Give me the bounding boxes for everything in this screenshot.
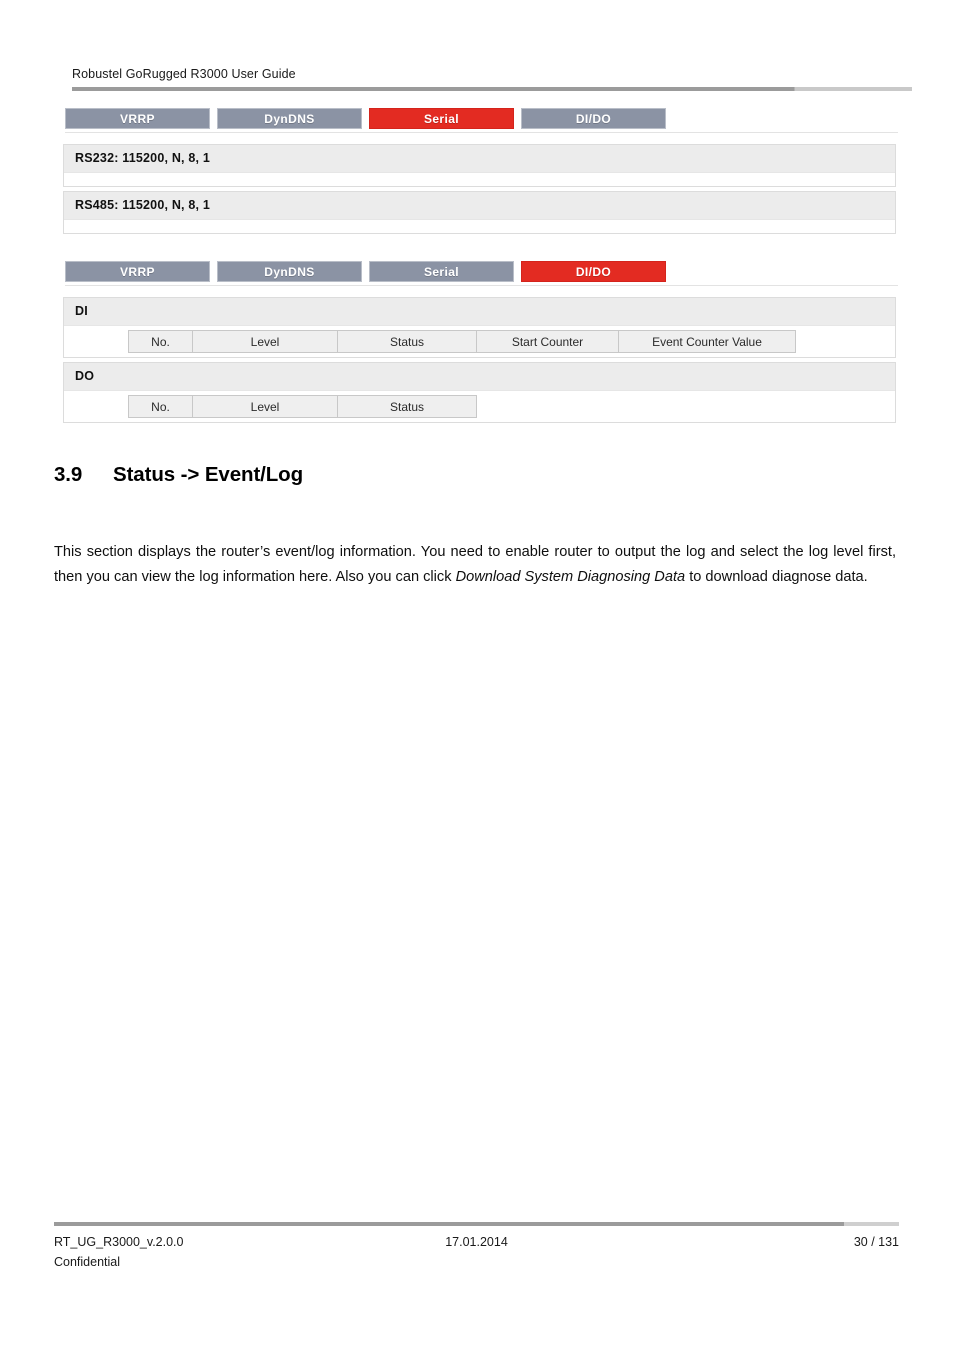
header-rule [72, 87, 912, 91]
footer-row: RT_UG_R3000_v.2.0.0 17.01.2014 30 / 131 … [54, 1232, 899, 1269]
footer-classification: Confidential [54, 1255, 121, 1269]
tab-vrrp[interactable]: VRRP [65, 261, 210, 282]
tab-dido[interactable]: DI/DO [521, 261, 666, 282]
tab-dyndns[interactable]: DynDNS [217, 108, 362, 129]
running-header-text: Robustel GoRugged R3000 User Guide [72, 67, 296, 81]
do-col-no: No. [128, 395, 193, 418]
section-paragraph: This section displays the router’s event… [54, 540, 896, 591]
panel-di-body: No. Level Status Start Counter Event Cou… [64, 330, 895, 353]
panel-rs232-title: RS232: 115200, N, 8, 1 [64, 145, 895, 173]
di-col-no: No. [128, 330, 193, 353]
do-table-header-row: No. Level Status [128, 395, 477, 418]
footer-rule [54, 1222, 899, 1226]
panel-rs485-body [64, 220, 895, 229]
di-col-status: Status [337, 330, 477, 353]
panel-rs232-body [64, 173, 895, 182]
di-col-event-counter-value: Event Counter Value [618, 330, 796, 353]
document-page: Robustel GoRugged R3000 User Guide VRRP … [0, 0, 954, 1350]
panel-rs485-title: RS485: 115200, N, 8, 1 [64, 192, 895, 220]
footer-date: 17.01.2014 [445, 1235, 508, 1249]
running-header: Robustel GoRugged R3000 User Guide [72, 66, 912, 82]
tabbar-underline [65, 129, 898, 133]
screenshot-serial-status: VRRP DynDNS Serial DI/DO RS232: 115200, … [63, 108, 898, 234]
tab-dido[interactable]: DI/DO [521, 108, 666, 129]
panel-do: DO No. Level Status [63, 362, 896, 423]
tab-vrrp[interactable]: VRRP [65, 108, 210, 129]
paragraph-emphasis: Download System Diagnosing Data [455, 569, 686, 586]
tabbar-dido: VRRP DynDNS Serial DI/DO [65, 261, 898, 286]
tab-serial[interactable]: Serial [369, 261, 514, 282]
tab-serial[interactable]: Serial [369, 108, 514, 129]
footer-page-number: 30 / 131 [853, 1235, 899, 1249]
do-col-status: Status [337, 395, 477, 418]
screenshot-dido-status: VRRP DynDNS Serial DI/DO DI No. Level St… [63, 261, 898, 423]
panel-rs232: RS232: 115200, N, 8, 1 [63, 144, 896, 187]
page-footer: RT_UG_R3000_v.2.0.0 17.01.2014 30 / 131 … [54, 1232, 899, 1269]
tab-dyndns[interactable]: DynDNS [217, 261, 362, 282]
tabbar-underline [65, 282, 898, 286]
paragraph-part-2: to download diagnose data. [685, 569, 868, 586]
do-table: No. Level Status [128, 395, 477, 418]
di-col-level: Level [192, 330, 338, 353]
di-table-header-row: No. Level Status Start Counter Event Cou… [128, 330, 796, 353]
panel-do-title: DO [64, 363, 895, 391]
di-table: No. Level Status Start Counter Event Cou… [128, 330, 796, 353]
tabbar-serial: VRRP DynDNS Serial DI/DO [65, 108, 898, 133]
panel-rs485: RS485: 115200, N, 8, 1 [63, 191, 896, 234]
panel-di-title: DI [64, 298, 895, 326]
section-heading: 3.9 Status -> Event/Log [54, 463, 303, 487]
section-title: Status -> Event/Log [113, 463, 304, 486]
do-col-level: Level [192, 395, 338, 418]
section-number: 3.9 [54, 463, 83, 486]
panel-do-body: No. Level Status [64, 395, 895, 418]
panel-di: DI No. Level Status Start Counter Event … [63, 297, 896, 358]
di-col-start-counter: Start Counter [476, 330, 619, 353]
